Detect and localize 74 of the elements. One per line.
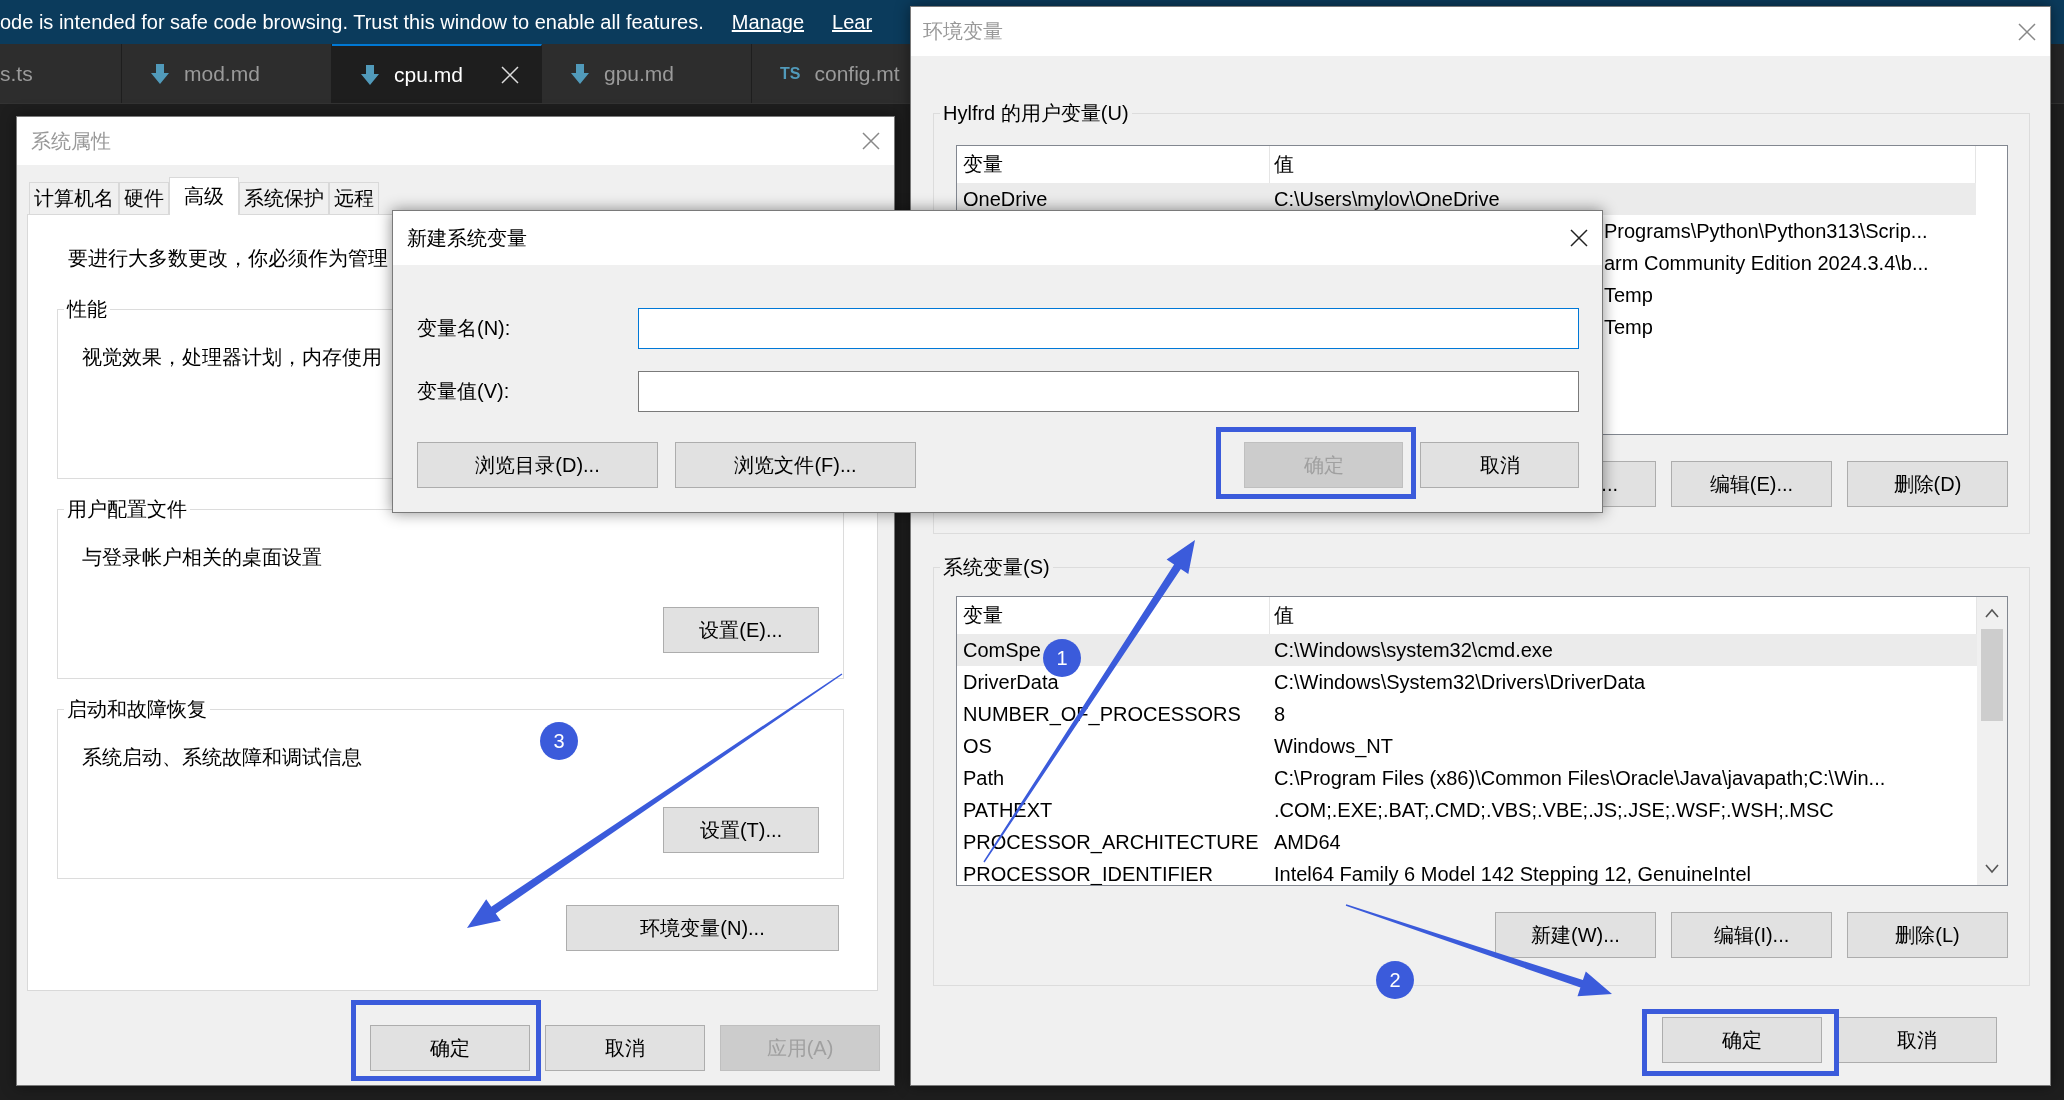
group-label: 用户配置文件	[64, 496, 190, 522]
group-label: 性能	[64, 296, 110, 322]
file-type-icon: TS	[780, 64, 801, 83]
arrow-down-icon	[570, 62, 590, 85]
description-text: 系统启动、系统故障和调试信息	[82, 745, 363, 770]
table-cell-text: C:\Program Files (x86)\Common Files\Oracle\Java\javapath;C:\Win...	[1273, 766, 1887, 790]
tab[interactable]: 系统保护	[239, 182, 329, 214]
table-cell: ComSpe	[963, 638, 1041, 661]
field-label: 变量名(N):	[417, 316, 512, 341]
field-label: 变量值(V):	[417, 379, 511, 404]
banner-link[interactable]: Lear	[832, 10, 873, 34]
table-cell: PROCESSOR_IDENTIFIER	[963, 862, 1214, 885]
button[interactable]: 编辑(E)...	[1671, 461, 1832, 507]
arrow-down-icon	[360, 63, 380, 86]
table-cell-text: arm Community Edition 2024.3.4\b...	[1604, 251, 1930, 275]
scroll-thumb[interactable]	[1981, 629, 2003, 721]
chevron-down-icon[interactable]	[1984, 863, 2000, 875]
list-row[interactable]: PROCESSOR_IDENTIFIER Intel64 Family 6 Model 142 Stepping 12, GenuineIntel	[957, 858, 1977, 885]
tab[interactable]: 硬件	[119, 182, 169, 214]
button[interactable]: 确定	[1662, 1017, 1822, 1063]
scrollbar[interactable]	[1977, 597, 2007, 885]
list-row[interactable]: OS Windows_NT	[957, 730, 1977, 762]
table-cell: Path	[963, 766, 1005, 789]
tab[interactable]: 计算机名	[29, 182, 119, 214]
table-cell-text: .COM;.EXE;.BAT;.CMD;.VBS;.VBE;.JS;.JSE;.WSF;.WSH;.MSC	[1273, 798, 1835, 822]
instruction-text: 要进行大多数更改，你必须作为管理	[68, 246, 389, 271]
tab[interactable]: 高级	[169, 177, 239, 215]
table-cell-text: Windows_NT	[1273, 734, 1394, 758]
table-cell-text: C:\Windows\system32\cmd.exe	[1273, 638, 1554, 662]
button[interactable]: 取消	[1420, 442, 1579, 488]
editor-tab[interactable]: mod.md	[122, 44, 332, 103]
description-text: 与登录帐户相关的桌面设置	[82, 545, 323, 570]
table-cell-text: 8	[1273, 702, 1287, 726]
close-icon[interactable]	[1570, 229, 1588, 247]
input-field[interactable]	[638, 308, 1579, 349]
button[interactable]: 取消	[545, 1025, 705, 1071]
table-cell-text: AMD64	[1273, 830, 1342, 854]
button[interactable]: 编辑(I)...	[1671, 912, 1832, 958]
group-label: 启动和故障恢复	[64, 696, 210, 722]
table-cell: OS	[963, 734, 992, 757]
banner-message: ode is intended for safe code browsing. Trust this window to enable all features.	[0, 10, 704, 34]
input-field[interactable]	[638, 371, 1579, 412]
table-cell-text: Intel64 Family 6 Model 142 Stepping 12, GenuineIntel	[1273, 862, 1752, 885]
editor-tab[interactable]: cpu.md	[332, 44, 542, 103]
tab[interactable]: 远程	[329, 182, 379, 214]
banner-link[interactable]: Manage	[731, 10, 805, 34]
list-row[interactable]: OneDrive C:\Users\mylov\OneDrive	[957, 183, 1976, 215]
table-cell-text: Programs\Python\Python313\Scrip...	[1604, 219, 1929, 243]
table-cell-text: C:\Windows\System32\Drivers\DriverData	[1273, 670, 1647, 694]
button[interactable]: 环境变量(N)...	[566, 905, 839, 951]
table-cell: OneDrive	[963, 187, 1048, 210]
window-title: 系统属性	[31, 128, 111, 154]
button[interactable]: 删除(D)	[1847, 461, 2008, 507]
group-label: 系统变量(S)	[940, 554, 1053, 580]
button[interactable]: 浏览目录(D)...	[417, 442, 658, 488]
group-label: Hylfrd 的用户变量(U)	[940, 100, 1132, 126]
button[interactable]: 删除(L)	[1847, 912, 2008, 958]
button[interactable]: 设置(E)...	[663, 607, 819, 653]
window-title: 环境变量	[923, 19, 1003, 44]
button[interactable]: 浏览文件(F)...	[675, 442, 916, 488]
button[interactable]: 确定	[370, 1025, 530, 1071]
table-cell-text: C:\Users\mylov\OneDrive	[1273, 187, 1501, 211]
button[interactable]: 取消	[1837, 1017, 1997, 1063]
list-row[interactable]: Path C:\Program Files (x86)\Common Files\Oracle\Java\javapath;C:\Win...	[957, 762, 1977, 794]
editor-tab[interactable]: gpu.md	[542, 44, 752, 103]
window-title: 新建系统变量	[407, 225, 527, 251]
description-text: 视觉效果，处理器计划，内存使用	[82, 345, 383, 370]
editor-tab[interactable]: s.ts	[0, 44, 122, 103]
arrow-down-icon	[150, 62, 170, 85]
chevron-up-icon[interactable]	[1984, 607, 2000, 619]
button[interactable]: 新建(W)...	[1495, 912, 1656, 958]
table-cell-text: Temp	[1604, 315, 1654, 339]
button[interactable]: 设置(T)...	[663, 807, 819, 853]
table-cell-text: Temp	[1604, 283, 1654, 307]
